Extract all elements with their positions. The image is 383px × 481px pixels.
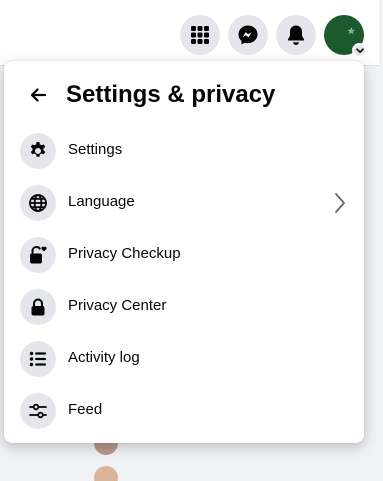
menu-item-icon-wrap	[20, 341, 56, 377]
back-button[interactable]	[20, 77, 56, 113]
menu-item-feed[interactable]: Feed	[12, 385, 356, 437]
contact-avatar	[94, 466, 118, 481]
menu-item-label: Privacy Checkup	[68, 245, 181, 262]
messenger-icon	[238, 25, 258, 45]
panel-header: Settings & privacy	[4, 73, 364, 117]
menu-item-privacy-checkup[interactable]: Privacy Checkup	[12, 229, 356, 281]
menu-item-label: Settings	[68, 141, 123, 158]
lock-heart-icon	[30, 246, 47, 264]
sliders-icon	[29, 403, 47, 419]
account-badge	[352, 43, 367, 58]
menu-item-privacy-center[interactable]: Privacy Center	[12, 281, 356, 333]
menu-item-icon-wrap	[20, 289, 56, 325]
menu-item-label: Privacy Center	[68, 297, 167, 314]
avatar-star-mark: ✯	[347, 26, 355, 36]
top-navigation-bar: ✯	[0, 0, 383, 66]
menu-button[interactable]	[180, 15, 220, 55]
menu-item-settings[interactable]: Settings	[12, 125, 356, 177]
menu-item-label: Language	[68, 193, 135, 210]
submenu-chevron	[328, 191, 352, 215]
menu-item-label: Feed	[68, 401, 103, 418]
menu-item-label: Activity log	[68, 349, 140, 366]
account-avatar-button[interactable]: ✯	[324, 15, 367, 58]
menu-item-icon-wrap	[20, 133, 56, 169]
menu-item-icon-wrap	[20, 393, 56, 429]
menu-item-language[interactable]: Language	[12, 177, 356, 229]
window-edge	[379, 0, 383, 66]
globe-icon	[29, 194, 47, 212]
bell-icon	[288, 25, 304, 45]
background-contact-row[interactable]	[94, 465, 130, 481]
notifications-button[interactable]	[276, 15, 316, 55]
menu-item-activity-log[interactable]: Activity log	[12, 333, 356, 385]
arrow-left-icon	[30, 88, 47, 102]
gear-icon	[30, 142, 46, 157]
list-icon	[29, 351, 46, 367]
chevron-down-icon	[355, 47, 364, 53]
settings-privacy-panel: Settings & privacy Settings Language Pri…	[4, 61, 364, 443]
panel-title: Settings & privacy	[66, 81, 276, 108]
menu-item-icon-wrap	[20, 237, 56, 273]
lock-icon	[31, 298, 45, 316]
chevron-right-icon	[335, 193, 345, 213]
grid-menu-icon	[191, 26, 209, 44]
messenger-button[interactable]	[228, 15, 268, 55]
menu-item-icon-wrap	[20, 185, 56, 221]
